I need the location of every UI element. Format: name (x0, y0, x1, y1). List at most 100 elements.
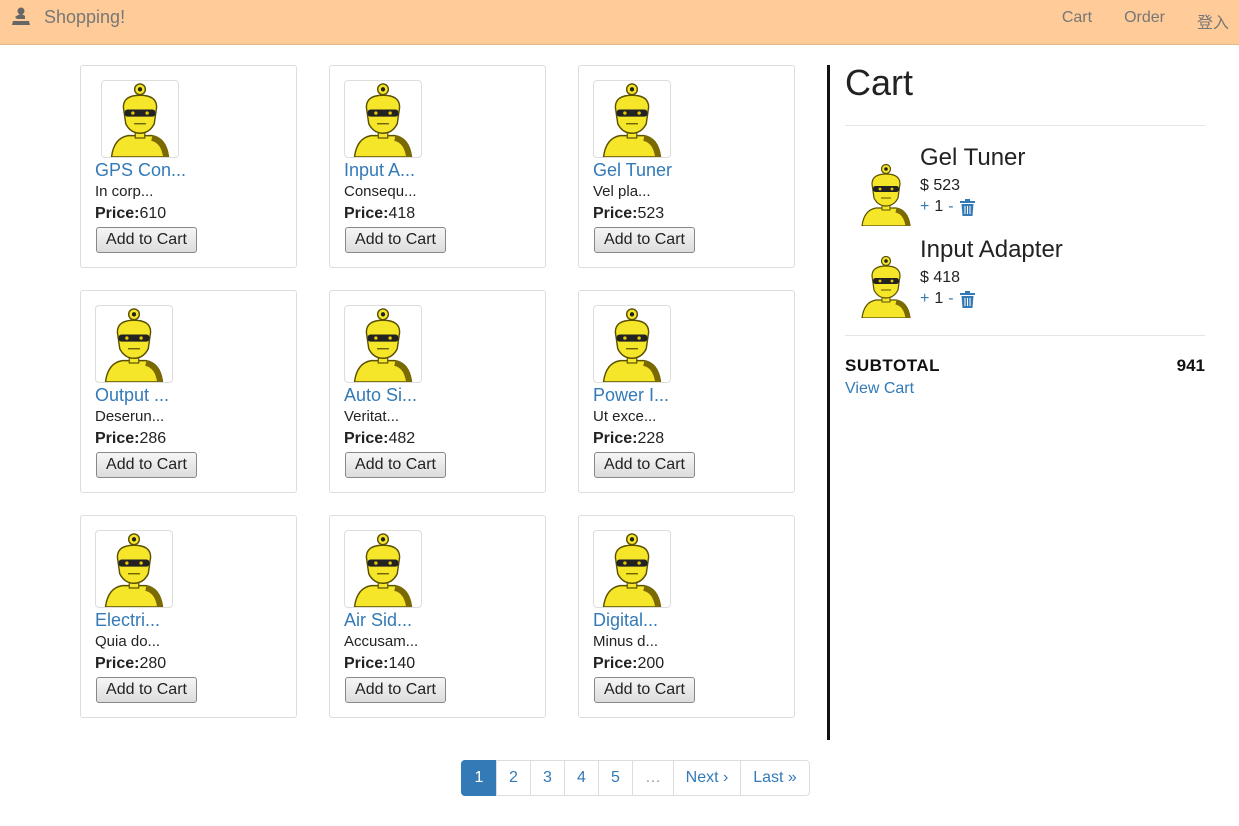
cart-item: Input Adapter $ 418 + 1 - (845, 236, 1205, 316)
view-cart-link[interactable]: View Cart (845, 380, 914, 398)
product-image (344, 305, 422, 383)
robot-icon (855, 162, 917, 226)
price-label: Price: (95, 430, 140, 447)
product-image (95, 530, 173, 608)
next-page-button[interactable]: Next › (673, 760, 741, 796)
pagination: 1 2 3 4 5 … Next › Last » (461, 760, 810, 796)
product-name[interactable]: Output ... (95, 385, 169, 406)
divider (845, 125, 1205, 126)
price-value: 286 (139, 430, 167, 447)
robot-icon (96, 306, 172, 382)
brand[interactable]: Shopping! (10, 6, 125, 28)
nav-links: Cart Order 登入 (1030, 9, 1229, 33)
robot-icon (594, 306, 670, 382)
nav-link-login[interactable]: 登入 (1197, 9, 1229, 33)
add-to-cart-button[interactable]: Add to Cart (594, 452, 695, 478)
robot-icon (594, 81, 670, 157)
product-name[interactable]: Air Sid... (344, 610, 412, 631)
product-card: Power I... Ut exce... Price:228 Add to C… (578, 290, 795, 493)
shopping-logo-icon (12, 7, 30, 25)
add-to-cart-button[interactable]: Add to Cart (96, 452, 197, 478)
price-label: Price: (344, 655, 389, 672)
product-name[interactable]: Power I... (593, 385, 669, 406)
product-card: Digital... Minus d... Price:200 Add to C… (578, 515, 795, 718)
add-to-cart-button[interactable]: Add to Cart (345, 677, 446, 703)
product-image (593, 80, 671, 158)
product-description: In corp... (95, 183, 154, 200)
product-price: Price:523 (593, 205, 664, 223)
subtotal-label: SUBTOTAL (845, 356, 940, 375)
product-card: Air Sid... Accusam... Price:140 Add to C… (329, 515, 546, 718)
product-description: Veritat... (344, 408, 400, 425)
add-to-cart-button[interactable]: Add to Cart (594, 677, 695, 703)
price-value: 418 (388, 205, 416, 222)
page-4[interactable]: 4 (564, 760, 599, 796)
cart-item-controls: + 1 - (920, 290, 975, 308)
cart-item-qty: 1 (934, 290, 944, 307)
product-card: Electri... Quia do... Price:280 Add to C… (80, 515, 297, 718)
price-value: 200 (637, 655, 665, 672)
price-value: 280 (139, 655, 167, 672)
page-3[interactable]: 3 (530, 760, 565, 796)
add-to-cart-button[interactable]: Add to Cart (96, 677, 197, 703)
product-price: Price:280 (95, 655, 166, 673)
cart-item-name: Input Adapter (920, 236, 1063, 263)
add-to-cart-button[interactable]: Add to Cart (594, 227, 695, 253)
product-description: Minus d... (593, 633, 659, 650)
increase-qty-button[interactable]: + (920, 198, 929, 216)
cart-item-price: $ 523 (920, 177, 961, 194)
page-ellipsis: … (632, 760, 674, 796)
cart-title: Cart (845, 62, 914, 103)
product-image (344, 530, 422, 608)
divider (845, 335, 1205, 336)
product-price: Price:200 (593, 655, 664, 673)
page-2[interactable]: 2 (496, 760, 531, 796)
product-name[interactable]: Gel Tuner (593, 160, 672, 181)
robot-icon (345, 81, 421, 157)
product-name[interactable]: Electri... (95, 610, 160, 631)
product-image (593, 530, 671, 608)
robot-icon (855, 254, 917, 318)
nav-link-order[interactable]: Order (1124, 9, 1165, 33)
cart-item-price: $ 418 (920, 269, 961, 286)
cart-item-name: Gel Tuner (920, 144, 1026, 171)
price-value: 228 (637, 430, 665, 447)
product-name[interactable]: GPS Con... (95, 160, 186, 181)
product-price: Price:610 (95, 205, 166, 223)
product-name[interactable]: Input A... (344, 160, 415, 181)
last-page-button[interactable]: Last » (740, 760, 810, 796)
product-description: Accusam... (344, 633, 419, 650)
product-card: GPS Con... In corp... Price:610 Add to C… (80, 65, 297, 268)
robot-icon (594, 531, 670, 607)
product-card: Output ... Deserun... Price:286 Add to C… (80, 290, 297, 493)
trash-icon[interactable] (959, 290, 975, 308)
product-description: Ut exce... (593, 408, 657, 425)
cart-item-qty: 1 (934, 198, 944, 215)
product-image (593, 305, 671, 383)
product-card: Gel Tuner Vel pla... Price:523 Add to Ca… (578, 65, 795, 268)
page-5[interactable]: 5 (598, 760, 633, 796)
cart-item-controls: + 1 - (920, 198, 975, 216)
price-value: 610 (139, 205, 167, 222)
product-name[interactable]: Auto Si... (344, 385, 417, 406)
decrease-qty-button[interactable]: - (948, 290, 953, 308)
product-price: Price:418 (344, 205, 415, 223)
robot-icon (102, 81, 178, 157)
product-name[interactable]: Digital... (593, 610, 658, 631)
price-label: Price: (593, 655, 638, 672)
brand-title: Shopping! (44, 6, 126, 27)
product-price: Price:482 (344, 430, 415, 448)
page-1[interactable]: 1 (461, 760, 497, 796)
trash-icon[interactable] (959, 198, 975, 216)
nav-link-cart[interactable]: Cart (1062, 9, 1092, 33)
price-value: 523 (637, 205, 665, 222)
add-to-cart-button[interactable]: Add to Cart (96, 227, 197, 253)
product-description: Consequ... (344, 183, 417, 200)
increase-qty-button[interactable]: + (920, 290, 929, 308)
robot-icon (345, 531, 421, 607)
vertical-divider (827, 65, 830, 740)
add-to-cart-button[interactable]: Add to Cart (345, 452, 446, 478)
decrease-qty-button[interactable]: - (948, 198, 953, 216)
add-to-cart-button[interactable]: Add to Cart (345, 227, 446, 253)
product-image (344, 80, 422, 158)
